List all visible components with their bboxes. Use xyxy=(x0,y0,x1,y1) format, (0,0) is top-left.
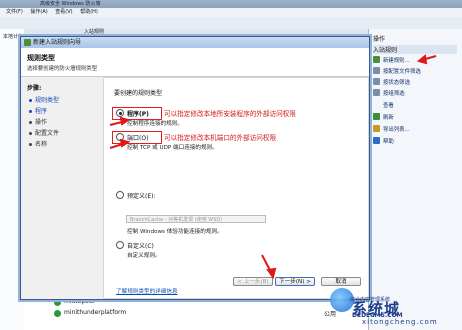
arrow-head-new-rule xyxy=(416,54,428,65)
arrow-head-next xyxy=(266,267,277,280)
annotation-arrows xyxy=(109,54,437,280)
arrow-head-program xyxy=(119,116,131,126)
watermark-secondary: 综合内容管理系统 xyxy=(350,297,391,303)
arrow-head-port xyxy=(119,138,131,148)
watermark-site: xitongcheng.com xyxy=(362,318,438,326)
